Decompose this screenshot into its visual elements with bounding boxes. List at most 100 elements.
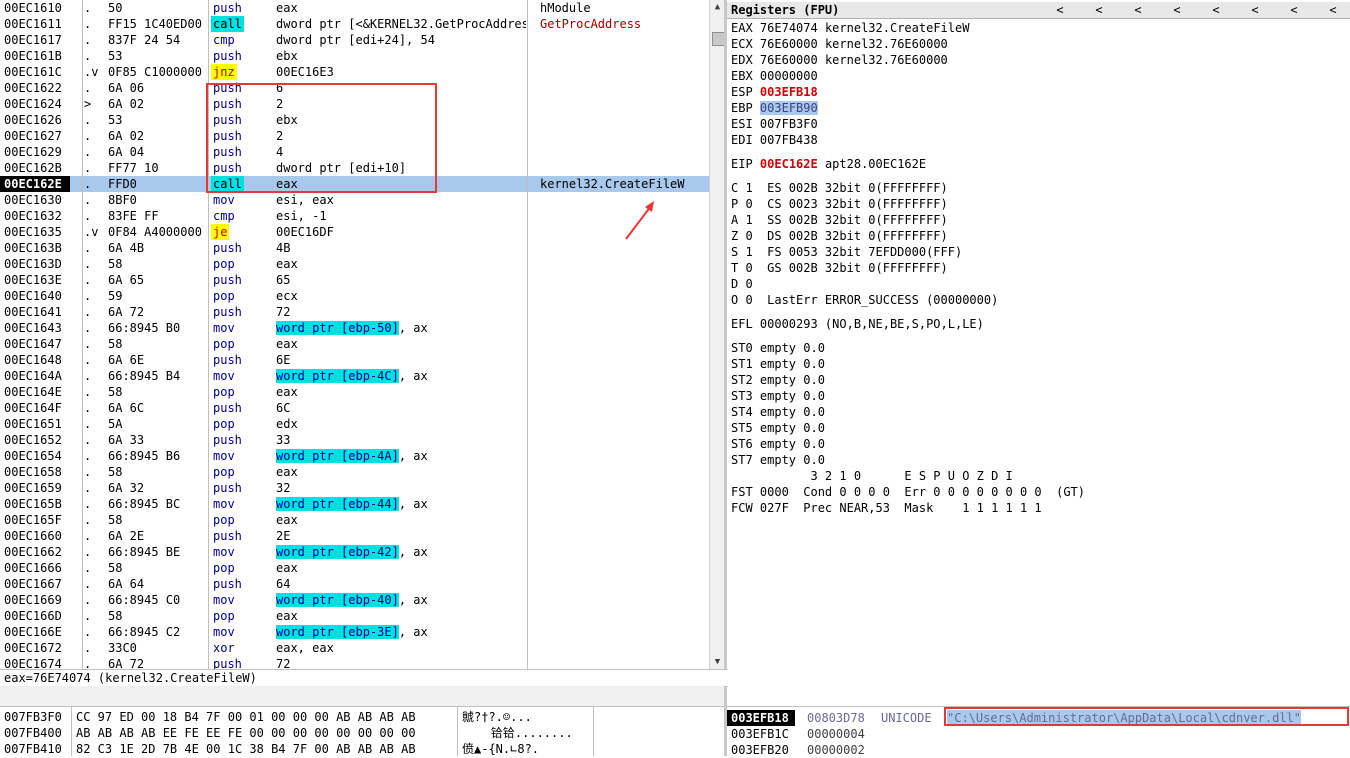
disasm-row[interactable]: 00EC164E. 58 pop eax xyxy=(0,384,710,400)
disasm-row[interactable]: 00EC162B. FF77 10 push dword ptr [edi+10] xyxy=(0,160,710,176)
pane-splitter-horizontal[interactable] xyxy=(0,686,724,707)
disasm-row[interactable]: 00EC1610. 50 push eax hModule xyxy=(0,0,710,16)
register-value[interactable]: 003EFB18 xyxy=(760,85,818,99)
stack-value: 00000004 xyxy=(807,727,865,741)
registers-pane[interactable]: Registers (FPU) < < < < < < < < EAX 76E74074 ke… xyxy=(727,0,1350,700)
disasm-row[interactable]: 00EC1635 .v 0F84 A4000000 je 00EC16DF xyxy=(0,224,710,240)
disasm-row[interactable]: 00EC163E. 6A 65 push 65 xyxy=(0,272,710,288)
disasm-row[interactable]: 00EC165B. 66:8945 BC mov word ptr [ebp-44],… xyxy=(0,496,710,512)
disasm-row[interactable]: 00EC1659. 6A 32 push 32 xyxy=(0,480,710,496)
disasm-row[interactable]: 00EC1626. 53 push ebx xyxy=(0,112,710,128)
register-nav-arrow-button[interactable]: < xyxy=(1052,2,1068,18)
register-line[interactable]: EBP 003EFB90 xyxy=(731,100,825,116)
register-nav-arrow-button[interactable]: < xyxy=(1130,2,1146,18)
scroll-down-arrow-icon[interactable]: ▼ xyxy=(710,655,724,669)
instruction-operand: 72 xyxy=(276,657,291,669)
instruction-address: 00EC1674 xyxy=(4,657,62,669)
disasm-row[interactable]: 00EC161B. 53 push ebx xyxy=(0,48,710,64)
disasm-row[interactable]: 00EC1654. 66:8945 B6 mov word ptr [ebp-4A],… xyxy=(0,448,710,464)
disasm-row[interactable]: 00EC1666. 58 pop eax xyxy=(0,560,710,576)
disasm-row[interactable]: 00EC1627. 6A 02 push 2 xyxy=(0,128,710,144)
register-line[interactable]: EDI 007FB438 xyxy=(731,132,825,148)
register-line[interactable]: EBX 00000000 xyxy=(731,68,825,84)
disasm-row[interactable]: 00EC1622. 6A 06 push 6 xyxy=(0,80,710,96)
instruction-address: 00EC163B xyxy=(4,241,62,255)
disasm-row[interactable]: 00EC1658. 58 pop eax xyxy=(0,464,710,480)
register-line[interactable]: EDX 76E60000 kernel32.76E60000 xyxy=(731,52,948,68)
register-line[interactable]: EAX 76E74074 kernel32.CreateFileW xyxy=(731,20,969,36)
disasm-row[interactable]: 00EC1624 >6A 02 push 2 xyxy=(0,96,710,112)
disasm-row[interactable]: 00EC1632. 83FE FF cmp esi, -1 xyxy=(0,208,710,224)
disassembly-scrollbar[interactable]: ▲ ▼ xyxy=(709,0,724,669)
disasm-row[interactable]: 00EC163B. 6A 4B push 4B xyxy=(0,240,710,256)
disasm-row[interactable]: 00EC166D. 58 pop eax xyxy=(0,608,710,624)
disasm-row[interactable]: 00EC161C .v 0F85 C1000000 jnz 00EC16E3 xyxy=(0,64,710,80)
register-value[interactable]: 00000000 xyxy=(760,69,818,83)
disasm-row[interactable]: 00EC1629. 6A 04 push 4 xyxy=(0,144,710,160)
register-value[interactable]: 76E74074 xyxy=(760,21,818,35)
disasm-row[interactable]: 00EC1662. 66:8945 BE mov word ptr [ebp-42],… xyxy=(0,544,710,560)
registers-header: Registers (FPU) < < < < < < < < xyxy=(727,2,1350,19)
disasm-row[interactable]: 00EC1643. 66:8945 B0 mov word ptr [ebp-50],… xyxy=(0,320,710,336)
disasm-row[interactable]: 00EC1667. 6A 64 push 64 xyxy=(0,576,710,592)
disasm-row[interactable]: 00EC1652. 6A 33 push 33 xyxy=(0,432,710,448)
register-value[interactable]: 76E60000 xyxy=(760,53,818,67)
disasm-row[interactable]: 00EC1660. 6A 2E push 2E xyxy=(0,528,710,544)
disasm-row[interactable]: 00EC1647. 58 pop eax xyxy=(0,336,710,352)
disasm-row[interactable]: 00EC165F. 58 pop eax xyxy=(0,512,710,528)
register-line[interactable]: ESI 007FB3F0 xyxy=(731,116,825,132)
register-value[interactable]: 76E60000 xyxy=(760,37,818,51)
scroll-up-arrow-icon[interactable]: ▲ xyxy=(710,0,724,14)
instruction-operand: eax xyxy=(276,609,298,623)
stack-value: 00803D78 xyxy=(807,711,865,725)
instruction-mnemonic: push xyxy=(213,113,242,127)
instruction-address: 00EC1659 xyxy=(4,481,62,495)
disasm-row[interactable]: 00EC1611. FF15 1C40ED00 call dword ptr [<&K… xyxy=(0,16,710,32)
disasm-row[interactable]: 00EC1651. 5A pop edx xyxy=(0,416,710,432)
stack-row[interactable]: 003EFB1C 00000004 xyxy=(727,726,1350,742)
disasm-row[interactable]: 00EC1674. 6A 72 push 72 xyxy=(0,656,710,669)
register-value[interactable]: 003EFB90 xyxy=(759,101,818,115)
scroll-thumb[interactable] xyxy=(712,32,724,46)
register-value[interactable]: 007FB3F0 xyxy=(760,117,818,131)
stack-row[interactable]: 003EFB18 00803D78 UNICODE "C:\Users\Adminis… xyxy=(727,710,1350,726)
disasm-row[interactable]: 00EC162E. FFD0 call eax kernel32.CreateFileW xyxy=(0,176,710,192)
dump-row[interactable]: 007FB410 82 C3 1E 2D 7B 4E 00 1C 38 B4 7F… xyxy=(0,741,724,757)
disasm-row[interactable]: 00EC164A. 66:8945 B4 mov word ptr [ebp-4C],… xyxy=(0,368,710,384)
disasm-row[interactable]: 00EC164F. 6A 6C push 6C xyxy=(0,400,710,416)
instruction-bytes: 58 xyxy=(108,609,123,623)
register-line[interactable]: ESP 003EFB18 xyxy=(731,84,825,100)
disasm-row[interactable]: 00EC163D. 58 pop eax xyxy=(0,256,710,272)
register-nav-arrow-button[interactable]: < xyxy=(1286,2,1302,18)
register-value[interactable]: 007FB438 xyxy=(760,133,818,147)
instruction-address: 00EC165F xyxy=(4,513,62,527)
instruction-bytes: 58 xyxy=(108,385,123,399)
disasm-row[interactable]: 00EC1617. 837F 24 54 cmp dword ptr [edi+24]… xyxy=(0,32,710,48)
dump-row[interactable]: 007FB3F0 CC 97 ED 00 18 B4 7F 00 01 00 00… xyxy=(0,709,724,725)
dump-address: 007FB410 xyxy=(4,742,62,756)
instruction-mnemonic: mov xyxy=(213,625,235,639)
register-nav-arrow-button[interactable]: < xyxy=(1208,2,1224,18)
instruction-bytes: 6A 2E xyxy=(108,529,145,543)
stack-pane[interactable]: 003EFB18 00803D78 UNICODE "C:\Users\Adminis… xyxy=(727,706,1350,757)
disasm-row[interactable]: 00EC1641. 6A 72 push 72 xyxy=(0,304,710,320)
disasm-row[interactable]: 00EC1640. 59 pop ecx xyxy=(0,288,710,304)
register-line[interactable]: EIP 00EC162E apt28.00EC162E xyxy=(731,156,926,172)
disasm-row[interactable]: 00EC1630. 8BF0 mov esi, eax xyxy=(0,192,710,208)
disasm-row[interactable]: 00EC1669. 66:8945 C0 mov word ptr [ebp-40],… xyxy=(0,592,710,608)
register-nav-arrow-button[interactable]: < xyxy=(1247,2,1263,18)
disassembly-pane[interactable]: 00EC1610. 50 push eax hModule 00EC1611. FF15 1… xyxy=(0,0,724,669)
memory-dump-pane[interactable]: 007FB3F0 CC 97 ED 00 18 B4 7F 00 01 00 00… xyxy=(0,707,724,756)
annotation-arrow-icon xyxy=(625,201,654,240)
dump-row[interactable]: 007FB400 AB AB AB AB EE FE EE FE 00 00 00… xyxy=(0,725,724,741)
register-line[interactable]: ECX 76E60000 kernel32.76E60000 xyxy=(731,36,948,52)
register-nav-arrow-button[interactable]: < xyxy=(1169,2,1185,18)
disasm-row[interactable]: 00EC166E. 66:8945 C2 mov word ptr [ebp-3E],… xyxy=(0,624,710,640)
operand-rest: , ax xyxy=(398,545,428,559)
register-nav-arrow-button[interactable]: < xyxy=(1091,2,1107,18)
disasm-row[interactable]: 00EC1672. 33C0 xor eax, eax xyxy=(0,640,710,656)
register-nav-arrow-button[interactable]: < xyxy=(1325,2,1341,18)
register-value[interactable]: 00EC162E xyxy=(760,157,818,171)
dump-address: 007FB3F0 xyxy=(4,710,62,724)
disasm-row[interactable]: 00EC1648. 6A 6E push 6E xyxy=(0,352,710,368)
